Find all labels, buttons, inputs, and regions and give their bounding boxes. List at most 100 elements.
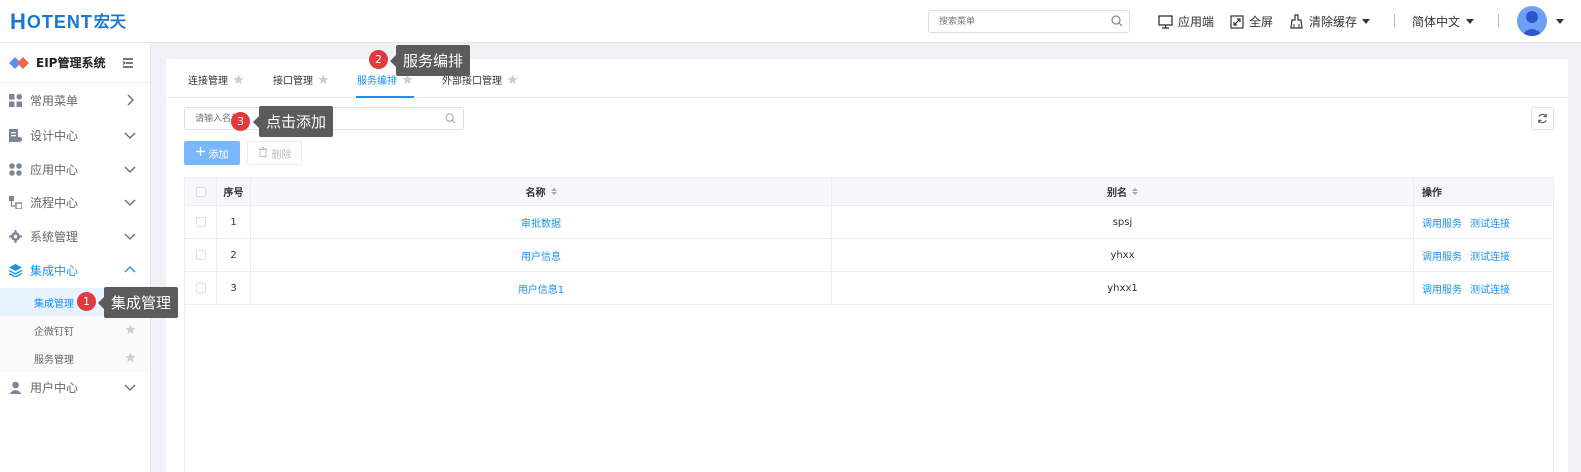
sidebar-item-label: 系统管理 bbox=[30, 230, 79, 244]
sidebar-subitem-wecom-dingtalk[interactable]: 企微钉钉 bbox=[0, 316, 150, 344]
row-ops: 调用服务 测试连接 bbox=[1414, 272, 1553, 304]
monitor-icon bbox=[1158, 14, 1173, 29]
tab-connection-management[interactable]: 连接管理 bbox=[188, 72, 244, 87]
step-tooltip: 服务编排 bbox=[389, 45, 471, 76]
add-button[interactable]: 添加 bbox=[184, 141, 240, 165]
step-badge: 1 bbox=[77, 292, 96, 311]
row-checkbox[interactable] bbox=[195, 283, 206, 293]
test-connection-link[interactable]: 测试连接 bbox=[1470, 215, 1510, 230]
select-all-cell bbox=[185, 178, 217, 205]
row-checkbox[interactable] bbox=[195, 217, 206, 227]
delete-button[interactable]: 删除 bbox=[247, 141, 302, 165]
star-icon[interactable] bbox=[507, 74, 518, 85]
menu-search[interactable] bbox=[928, 10, 1130, 33]
table-header: 序号 名称 别名 操作 bbox=[185, 178, 1553, 206]
collapse-menu-icon[interactable] bbox=[122, 57, 134, 72]
top-bar: H OTENT 宏天 应用端 全屏 清除缓存 简体中文 bbox=[0, 0, 1581, 43]
hotent-logo[interactable]: H OTENT 宏天 bbox=[10, 8, 126, 34]
system-logo-icon bbox=[9, 56, 29, 69]
test-connection-link[interactable]: 测试连接 bbox=[1470, 248, 1510, 263]
app-client-button[interactable]: 应用端 bbox=[1158, 13, 1214, 30]
tab-label: 接口管理 bbox=[273, 76, 313, 87]
star-icon[interactable] bbox=[233, 74, 244, 85]
layers-icon bbox=[9, 264, 22, 277]
header-name[interactable]: 名称 bbox=[251, 178, 832, 205]
row-name-link[interactable]: 用户信息 bbox=[521, 248, 561, 263]
sidebar-item-label: 设计中心 bbox=[30, 129, 79, 143]
divider bbox=[1394, 14, 1395, 27]
sidebar-item-flow-center[interactable]: 流程中心 bbox=[0, 186, 150, 219]
clear-cache-button[interactable]: 清除缓存 bbox=[1289, 13, 1357, 30]
row-index: 1 bbox=[217, 206, 251, 238]
sidebar-subitem-service-management[interactable]: 服务管理 bbox=[0, 344, 150, 372]
sidebar-subitem-label: 企微钉钉 bbox=[34, 326, 74, 338]
sidebar-item-app-center[interactable]: 应用中心 bbox=[0, 153, 150, 186]
fullscreen-label: 全屏 bbox=[1249, 15, 1274, 29]
test-connection-link[interactable]: 测试连接 bbox=[1470, 281, 1510, 296]
design-icon bbox=[9, 129, 22, 142]
divider bbox=[1498, 14, 1499, 27]
step-tooltip: 点击添加 bbox=[252, 106, 334, 137]
sidebar-item-common-menu[interactable]: 常用菜单 bbox=[0, 84, 150, 117]
star-icon[interactable] bbox=[125, 324, 136, 335]
invoke-service-link[interactable]: 调用服务 bbox=[1422, 248, 1462, 263]
row-alias: yhxx1 bbox=[832, 272, 1414, 304]
chevron-down-icon bbox=[124, 384, 136, 391]
row-name-cell: 用户信息1 bbox=[251, 272, 832, 304]
menu-search-input[interactable] bbox=[929, 11, 1099, 32]
tab-label: 连接管理 bbox=[188, 76, 228, 87]
step-badge: 3 bbox=[231, 112, 250, 131]
plus-icon bbox=[195, 147, 205, 159]
fullscreen-icon bbox=[1230, 14, 1244, 29]
sort-icon[interactable] bbox=[550, 188, 557, 195]
sidebar-item-user-center[interactable]: 用户中心 bbox=[0, 371, 150, 404]
sidebar-item-system-management[interactable]: 系统管理 bbox=[0, 220, 150, 253]
refresh-icon bbox=[1538, 113, 1547, 124]
row-select-cell bbox=[185, 272, 217, 304]
star-icon[interactable] bbox=[125, 352, 136, 363]
row-name-link[interactable]: 用户信息1 bbox=[518, 281, 564, 296]
sidebar-subitem-label: 集成管理 bbox=[34, 298, 74, 310]
gear-icon bbox=[9, 230, 22, 243]
fullscreen-button[interactable]: 全屏 bbox=[1230, 13, 1273, 30]
header-alias[interactable]: 别名 bbox=[832, 178, 1414, 205]
search-icon[interactable] bbox=[445, 113, 456, 127]
invoke-service-link[interactable]: 调用服务 bbox=[1422, 215, 1462, 230]
refresh-button[interactable] bbox=[1531, 107, 1554, 130]
system-title: EIP管理系统 bbox=[36, 56, 106, 70]
row-name-cell: 用户信息 bbox=[251, 239, 832, 271]
chevron-down-icon bbox=[124, 199, 136, 206]
chevron-right-icon bbox=[127, 94, 134, 106]
row-checkbox[interactable] bbox=[195, 250, 206, 260]
service-table: 序号 名称 别名 操作 1 审批数据 spsj 调用服务 测试连接 2 用户信息… bbox=[184, 177, 1554, 472]
sort-icon[interactable] bbox=[1132, 188, 1138, 195]
select-all-checkbox[interactable] bbox=[195, 186, 206, 197]
table-row: 2 用户信息 yhxx 调用服务 测试连接 bbox=[185, 239, 1553, 272]
table-row: 3 用户信息1 yhxx1 调用服务 测试连接 bbox=[185, 272, 1553, 305]
star-icon[interactable] bbox=[318, 74, 329, 85]
clear-cache-caret-icon[interactable] bbox=[1362, 19, 1370, 24]
sidebar-item-design-center[interactable]: 设计中心 bbox=[0, 119, 150, 152]
invoke-service-link[interactable]: 调用服务 bbox=[1422, 281, 1462, 296]
user-avatar[interactable] bbox=[1517, 6, 1547, 36]
delete-button-label: 删除 bbox=[271, 149, 292, 161]
row-ops: 调用服务 测试连接 bbox=[1414, 239, 1553, 271]
sidebar-item-label: 应用中心 bbox=[30, 163, 79, 177]
avatar-caret-icon[interactable] bbox=[1556, 19, 1564, 24]
row-index: 2 bbox=[217, 239, 251, 271]
search-icon[interactable] bbox=[1111, 15, 1123, 30]
row-alias: spsj bbox=[832, 206, 1414, 238]
sidebar-item-integration-center[interactable]: 集成中心 bbox=[0, 254, 150, 287]
sidebar: EIP管理系统 常用菜单 设计中心 应用中心 流程中心 系统管理 集成中心 集成… bbox=[0, 43, 151, 472]
chevron-down-icon bbox=[124, 233, 136, 240]
tab-label: 服务编排 bbox=[357, 76, 397, 87]
language-label: 简体中文 bbox=[1412, 15, 1461, 29]
language-caret-icon[interactable] bbox=[1466, 19, 1474, 24]
tab-interface-management[interactable]: 接口管理 bbox=[273, 72, 329, 87]
apps-icon bbox=[9, 163, 22, 176]
language-select[interactable]: 简体中文 bbox=[1412, 13, 1460, 30]
chevron-up-icon bbox=[124, 266, 136, 273]
logo-mark: H bbox=[10, 9, 27, 34]
row-alias: yhxx bbox=[832, 239, 1414, 271]
row-name-link[interactable]: 审批数据 bbox=[521, 215, 561, 230]
